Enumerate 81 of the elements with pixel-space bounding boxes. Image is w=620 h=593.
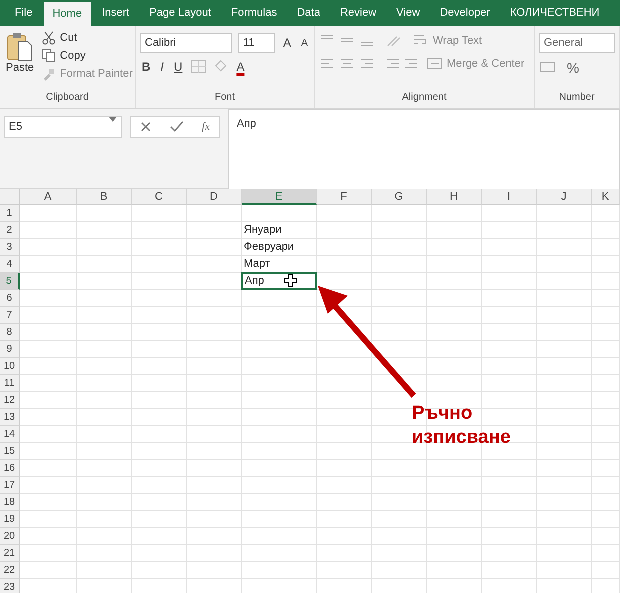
group-label: Number [558, 92, 596, 105]
column-header[interactable]: K [592, 189, 620, 205]
row-header[interactable]: 7 [0, 307, 20, 324]
shrink-font-button[interactable]: A [299, 38, 310, 48]
ribbon-tab[interactable]: КОЛИЧЕСТВЕНИ [501, 0, 609, 26]
row-header[interactable]: 16 [0, 460, 20, 477]
ribbon-tab[interactable]: Developer [431, 0, 500, 26]
clipboard-icon [7, 32, 34, 62]
copy-button[interactable]: Copy [40, 48, 135, 64]
borders-icon [190, 60, 207, 74]
copy-icon [42, 49, 56, 63]
row-header[interactable]: 13 [0, 409, 20, 426]
row-header[interactable]: 8 [0, 324, 20, 341]
group-label: Font [214, 92, 236, 105]
column-header[interactable]: H [427, 189, 482, 205]
ribbon-tab[interactable]: View [388, 0, 430, 26]
row-header[interactable]: 9 [0, 341, 20, 358]
row-header[interactable]: 20 [0, 528, 20, 545]
brush-icon [42, 67, 56, 81]
ribbon-tab[interactable]: Insert [93, 0, 139, 26]
row-header[interactable]: 17 [0, 477, 20, 494]
column-header[interactable]: D [187, 189, 242, 205]
ribbon-tab[interactable]: Home [44, 2, 92, 26]
row-header[interactable]: 3 [0, 239, 20, 256]
dropdown-caret-icon[interactable] [109, 117, 117, 123]
scissors-icon [42, 31, 56, 45]
column-header[interactable]: I [482, 189, 537, 205]
group-label: Clipboard [45, 92, 90, 105]
cut-button[interactable]: Cut [40, 30, 135, 46]
row-header[interactable]: 10 [0, 358, 20, 375]
spreadsheet-cell[interactable]: Март [242, 256, 317, 273]
spreadsheet-cell[interactable]: Януари [242, 222, 317, 239]
ribbon-tab[interactable]: Page Layout [140, 0, 220, 26]
column-header[interactable]: A [20, 189, 77, 205]
row-header[interactable]: 14 [0, 426, 20, 443]
row-header[interactable]: 23 [0, 579, 20, 593]
name-box[interactable]: E5 [4, 116, 122, 138]
column-header[interactable]: J [537, 189, 592, 205]
font-name-dropdown[interactable]: Calibri [140, 33, 232, 53]
row-header[interactable]: 6 [0, 290, 20, 307]
row-header[interactable]: 15 [0, 443, 20, 460]
cancel-icon[interactable] [140, 121, 152, 133]
row-header[interactable]: 18 [0, 494, 20, 511]
formula-input[interactable]: Апр [228, 109, 620, 191]
enter-check-icon[interactable] [170, 121, 184, 133]
column-header[interactable]: B [77, 189, 132, 205]
row-header[interactable]: 19 [0, 511, 20, 528]
indent-icon [385, 57, 419, 71]
ribbon-tab[interactable]: Review [331, 0, 386, 26]
row-header[interactable]: 1 [0, 205, 20, 222]
paste-button[interactable]: Paste [4, 30, 36, 92]
bold-button[interactable]: B [140, 60, 153, 74]
ribbon-tab[interactable]: Data [288, 0, 330, 26]
font-size-dropdown[interactable]: 11 [238, 33, 276, 53]
cross-cursor-icon [284, 274, 298, 288]
underline-button[interactable]: U [172, 60, 185, 74]
italic-button[interactable]: I [158, 60, 166, 74]
row-header[interactable]: 11 [0, 375, 20, 392]
annotation-text: Ръчно изписване [412, 402, 512, 450]
row-header[interactable]: 4 [0, 256, 20, 273]
row-header[interactable]: 2 [0, 222, 20, 239]
grow-font-button[interactable]: A [281, 36, 294, 50]
number-format-dropdown[interactable]: General [539, 33, 615, 53]
column-header[interactable]: E [242, 189, 317, 205]
row-header[interactable]: 12 [0, 392, 20, 409]
font-color-button[interactable]: A [234, 60, 247, 74]
merge-icon [427, 57, 443, 71]
column-header[interactable]: C [132, 189, 187, 205]
row-header[interactable]: 22 [0, 562, 20, 579]
percent-button[interactable]: % [565, 60, 582, 76]
group-label: Alignment [401, 92, 448, 105]
row-header[interactable]: 5 [0, 273, 20, 290]
row-header[interactable]: 21 [0, 545, 20, 562]
insert-function-button[interactable]: fx [202, 121, 210, 133]
column-header[interactable]: F [317, 189, 372, 205]
ribbon-tab[interactable]: Formulas [222, 0, 286, 26]
spreadsheet-cell[interactable]: Февруари [242, 239, 317, 256]
ribbon-tab[interactable]: File [6, 0, 42, 26]
active-cell[interactable]: Апр [241, 272, 317, 290]
fill-bucket-icon [212, 60, 229, 74]
column-header[interactable]: G [372, 189, 427, 205]
